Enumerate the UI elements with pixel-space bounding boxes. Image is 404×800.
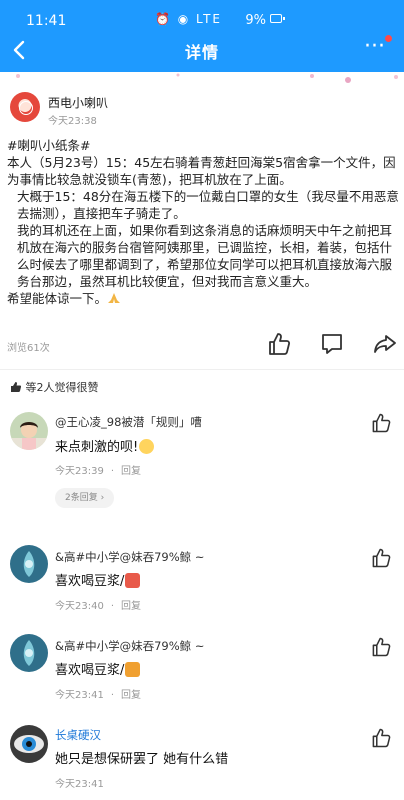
comment-time: 今天23:39: [55, 466, 104, 477]
post-closing-text: 希望能体谅一下。: [7, 291, 108, 306]
status-bar: 11:41 9% ⏰ ◉ LTE: [0, 0, 404, 34]
commenter-name[interactable]: &高#中小学@妹吞79%鲸 ~: [55, 638, 204, 654]
comment-meta: 今天23:41: [55, 775, 104, 790]
top-bar: 11:41 9% ⏰ ◉ LTE 详情 ···: [0, 0, 404, 72]
comment-text-content: 来点刺激的呗!: [55, 440, 139, 455]
thumbs-up-icon: [269, 333, 291, 355]
comment-like-button[interactable]: [370, 547, 392, 569]
comment-like-button[interactable]: [370, 636, 392, 658]
likes-summary[interactable]: 等2人觉得很赞: [10, 379, 99, 395]
comment-item: &高#中小学@妹吞79%鲸 ~ 喜欢喝豆浆/ 今天23:40 · 回复: [0, 545, 404, 615]
page-title: 详情: [184, 43, 219, 62]
comment-like-button[interactable]: [370, 727, 392, 749]
gift-emoji-icon: [125, 662, 141, 677]
share-arrow-icon: [374, 335, 396, 353]
commenter-name[interactable]: &高#中小学@妹吞79%鲸 ~: [55, 549, 204, 565]
sad-face-emoji-icon: [139, 439, 155, 454]
comment-item: &高#中小学@妹吞79%鲸 ~ 喜欢喝豆浆/ 今天23:41 · 回复: [0, 634, 404, 704]
thumbs-up-icon: [372, 548, 391, 568]
commenter-name[interactable]: @王心凌_98被潜「规则」嘈: [55, 414, 202, 430]
comment-text: 喜欢喝豆浆/: [55, 570, 141, 589]
author-name[interactable]: 西电小喇叭: [48, 94, 108, 111]
commenter-name[interactable]: 长桌硬汉: [55, 727, 101, 743]
comment-like-button[interactable]: [370, 412, 392, 434]
decorative-petals: [16, 73, 398, 83]
thumbs-up-icon: [372, 413, 391, 433]
like-button[interactable]: [266, 331, 292, 357]
praying-hands-icon: [108, 293, 121, 303]
commenter-avatar[interactable]: [10, 725, 48, 763]
commenter-avatar[interactable]: [10, 545, 48, 583]
comment-time: 今天23:41: [55, 779, 104, 790]
divider: [0, 369, 404, 370]
commenter-avatar[interactable]: [10, 634, 48, 672]
post-hashtag[interactable]: #喇叭小纸条#: [7, 137, 399, 154]
likes-summary-text: 等2人觉得很赞: [25, 381, 99, 394]
post-paragraph-2: 大概于15：48分在海五楼下的一位戴白口罩的女生（我尽量不用恶意去揣测），直接把…: [17, 189, 399, 221]
notification-dot: [385, 35, 392, 42]
post-paragraph-1: 本人（5月23号）15：45左右骑着青葱赶回海棠5宿舍拿一个文件，因为事情比较急…: [7, 155, 396, 187]
comment-text: 喜欢喝豆浆/: [55, 659, 141, 678]
replies-count: 2条回复: [65, 493, 98, 503]
battery-icon: [270, 14, 285, 23]
post-closing: 希望能体谅一下。: [7, 290, 399, 307]
reply-button[interactable]: 回复: [121, 690, 141, 701]
comment-text: 来点刺激的呗!: [55, 436, 155, 455]
post-body: #喇叭小纸条# 本人（5月23号）15：45左右骑着青葱赶回海棠5宿舍拿一个文件…: [7, 137, 399, 307]
post-time: 今天23:38: [48, 116, 97, 127]
commenter-avatar[interactable]: [10, 412, 48, 450]
reply-button[interactable]: 回复: [121, 466, 141, 477]
small-thumbs-up-icon: [11, 382, 22, 392]
comment-meta: 今天23:40 · 回复: [55, 601, 142, 612]
comment-text-content: 喜欢喝豆浆/: [55, 574, 125, 589]
comment-button[interactable]: [319, 331, 345, 357]
comment-time: 今天23:40: [55, 601, 104, 612]
thumbs-up-icon: [372, 637, 391, 657]
status-time: 11:41: [26, 13, 67, 29]
comment-text-content: 喜欢喝豆浆/: [55, 663, 125, 678]
share-button[interactable]: [372, 331, 398, 357]
thumbs-up-icon: [372, 728, 391, 748]
view-replies-button[interactable]: 2条回复 ›: [55, 488, 115, 508]
comment-item: @王心凌_98被潜「规则」嘈 来点刺激的呗! 今天23:39 · 回复 2条回复 ›: [0, 410, 404, 518]
comment-bubble-icon: [322, 334, 342, 354]
comment-text: 她只是想保研罢了 她有什么错: [55, 752, 229, 767]
battery-level: 9%: [245, 13, 266, 28]
status-icons: ⏰ ◉ LTE: [155, 12, 222, 26]
comment-meta: 今天23:41 · 回复: [55, 690, 142, 701]
emoji-icon: [125, 573, 141, 588]
comment-meta: 今天23:39 · 回复: [55, 466, 142, 477]
post-paragraph-3: 我的耳机还在上面，如果你看到这条消息的话麻烦明天中午之前把耳机放在海六的服务台宿…: [17, 223, 393, 289]
reply-button[interactable]: 回复: [121, 601, 141, 612]
view-count: 浏览61次: [7, 343, 50, 354]
author-avatar[interactable]: [10, 92, 40, 122]
comment-item: 长桌硬汉 她只是想保研罢了 她有什么错 今天23:41: [0, 723, 404, 793]
comment-time: 今天23:41: [55, 690, 104, 701]
